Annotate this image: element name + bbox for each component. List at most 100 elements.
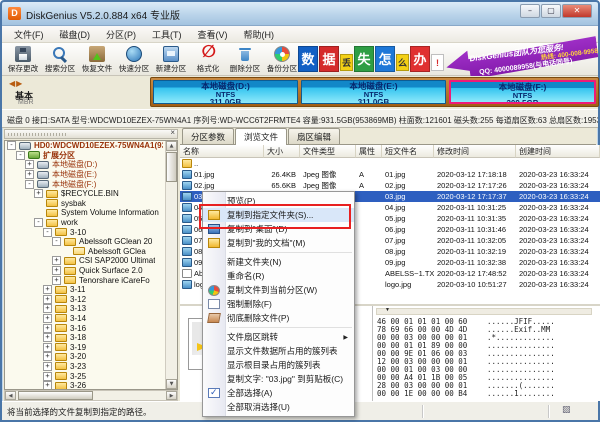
toolbar-button[interactable]: 搜索分区 bbox=[41, 44, 78, 74]
tree-expander[interactable]: - bbox=[16, 150, 25, 160]
toolbar-button[interactable]: 新建分区 bbox=[152, 44, 189, 74]
context-menu-item[interactable]: 重命名(R) bbox=[203, 269, 354, 283]
maximize-button[interactable]: ▢ bbox=[541, 4, 561, 18]
tree-item[interactable]: sysbak bbox=[5, 199, 163, 209]
tree-item[interactable]: + 3-25 bbox=[5, 371, 163, 381]
tab[interactable]: 扇区编辑 bbox=[288, 128, 341, 144]
column-header[interactable]: 文件类型 bbox=[300, 145, 356, 158]
context-menu-item[interactable]: 全部取消选择(U) bbox=[203, 400, 354, 414]
tree-item[interactable]: + 本地磁盘(E:) bbox=[5, 170, 163, 180]
tree-item[interactable]: + 3-12 bbox=[5, 294, 163, 305]
tree-item[interactable]: + 3-13 bbox=[5, 304, 163, 314]
title-bar[interactable]: D DiskGenius V5.2.0.884 x64 专业版 – ▢ ✕ bbox=[2, 2, 598, 26]
tab[interactable]: 分区参数 bbox=[182, 128, 235, 144]
tree-item[interactable]: + 本地磁盘(D:) bbox=[5, 160, 163, 170]
tree-expander[interactable]: + bbox=[43, 294, 52, 304]
toolbar-button[interactable]: 删除分区 bbox=[226, 44, 263, 74]
tree-item[interactable]: + 3-18 bbox=[5, 333, 163, 343]
context-menu-item[interactable]: 复制文件到当前分区(W) bbox=[203, 283, 354, 297]
context-menu-item[interactable]: 复制到"我的文档"(M) bbox=[203, 236, 354, 250]
tree-scrollbar-thumb[interactable] bbox=[166, 152, 177, 182]
context-menu-item[interactable]: 新建文件夹(N) bbox=[203, 255, 354, 269]
tree-expander[interactable]: + bbox=[52, 256, 61, 266]
scroll-up-icon[interactable]: ▲ bbox=[166, 141, 177, 151]
scroll-left-icon[interactable]: ◀ bbox=[5, 391, 16, 400]
tree-item[interactable]: + CSI SAP2000 Ultimat bbox=[5, 256, 163, 266]
toolbar-button[interactable]: 格式化 bbox=[189, 42, 226, 74]
tree-expander[interactable]: + bbox=[43, 304, 52, 314]
column-header[interactable]: 修改时间 bbox=[434, 145, 516, 158]
tree-expander[interactable]: + bbox=[43, 371, 52, 381]
toolbar-button[interactable]: 备份分区 bbox=[263, 44, 300, 74]
tree-expander[interactable]: - bbox=[7, 141, 16, 151]
context-menu-item[interactable]: 复制文字: "03.jpg" 到剪贴板(C) bbox=[203, 372, 354, 386]
menu-item[interactable]: 文件(F) bbox=[6, 26, 52, 43]
tree-expander[interactable]: + bbox=[43, 381, 52, 389]
context-menu-item[interactable]: 强制删除(F) bbox=[203, 297, 354, 311]
tree-item[interactable]: + Tenorshare iCareFo bbox=[5, 275, 163, 285]
tree-expander[interactable]: + bbox=[52, 275, 61, 285]
menu-item[interactable]: 分区(P) bbox=[98, 26, 144, 43]
context-menu-item[interactable]: 显示文件数据所占用的簇列表 bbox=[203, 344, 354, 358]
context-menu-item[interactable]: 文件扇区跳转 ▶ bbox=[203, 330, 354, 344]
tree-item[interactable]: + 3-26 bbox=[5, 381, 163, 389]
tree-item[interactable]: + Quick Surface 2.0 bbox=[5, 266, 163, 276]
minimize-button[interactable]: – bbox=[520, 4, 540, 18]
partition-block[interactable]: 本地磁盘(D:) NTFS 311.0GB bbox=[153, 80, 298, 104]
file-row[interactable]: 01.jpg 26.4KB Jpeg 图像 A 01.jpg 2020-03-1… bbox=[180, 169, 600, 180]
tree-item[interactable]: - 扩展分区 bbox=[5, 150, 163, 161]
tree-expander[interactable]: + bbox=[43, 333, 52, 343]
tree-expander[interactable]: + bbox=[52, 266, 61, 276]
tree-item[interactable]: - work bbox=[5, 218, 163, 228]
tree-hscrollbar-thumb[interactable] bbox=[18, 391, 93, 400]
context-menu-item[interactable]: 显示根目录占用的簇列表 bbox=[203, 358, 354, 372]
tree-item[interactable]: - 本地磁盘(F:) bbox=[5, 179, 163, 189]
tree-vertical-scrollbar[interactable]: ▲ ▼ bbox=[165, 141, 177, 389]
tab[interactable]: 浏览文件 bbox=[235, 128, 288, 145]
tree-expander[interactable]: + bbox=[43, 352, 52, 362]
tree-item[interactable]: + 3-23 bbox=[5, 361, 163, 372]
tree-expander[interactable]: + bbox=[34, 189, 43, 199]
scroll-right-icon[interactable]: ▶ bbox=[166, 391, 177, 400]
tree-item[interactable]: + $RECYCLE.BIN bbox=[5, 189, 163, 199]
tree-expander[interactable]: + bbox=[43, 342, 52, 352]
column-header[interactable]: 属性 bbox=[356, 145, 382, 158]
menu-item[interactable]: 磁盘(D) bbox=[52, 26, 99, 43]
tree-expander[interactable]: - bbox=[25, 179, 34, 189]
tree-item[interactable]: + 3-11 bbox=[5, 285, 163, 295]
menu-item[interactable]: 工具(T) bbox=[144, 26, 190, 43]
column-header[interactable]: 创建时间 bbox=[516, 145, 600, 158]
menu-item[interactable]: 查看(V) bbox=[190, 26, 236, 43]
tree-panel-close-icon[interactable]: × bbox=[170, 128, 175, 137]
hex-scrollbar[interactable]: ▼ bbox=[376, 307, 592, 315]
resize-grip-icon[interactable]: ▨ bbox=[562, 404, 571, 415]
tree-item[interactable]: Abelssoft GClea bbox=[5, 247, 163, 257]
partition-block[interactable]: 本地磁盘(E:) NTFS 311.0GB bbox=[301, 80, 446, 104]
tree-item[interactable]: System Volume Information bbox=[5, 208, 163, 218]
menu-item[interactable]: 帮助(H) bbox=[236, 26, 283, 43]
partition-block[interactable]: 本地磁盘(F:) NTFS 309.5GB bbox=[449, 80, 596, 104]
tree-expander[interactable]: + bbox=[43, 313, 52, 323]
toolbar-button[interactable]: 快速分区 bbox=[115, 44, 152, 74]
tree-expander[interactable]: - bbox=[34, 218, 43, 228]
tree-expander[interactable]: + bbox=[43, 285, 52, 295]
file-row[interactable]: .. bbox=[180, 158, 600, 169]
tree-item[interactable]: + 3-14 bbox=[5, 313, 163, 324]
scroll-down-icon[interactable]: ▼ bbox=[166, 379, 177, 389]
tree-expander[interactable]: + bbox=[43, 323, 52, 333]
partition-nav-arrows[interactable]: ◀▶ bbox=[9, 79, 23, 88]
ad-banner-tiles[interactable]: 数 据 丢 失 怎 么 办 ! bbox=[298, 46, 445, 72]
tree-item[interactable]: + 3-16 bbox=[5, 323, 163, 333]
tree-expander[interactable]: + bbox=[25, 160, 34, 170]
tree-panel-grip[interactable]: × bbox=[4, 128, 178, 139]
tree-item[interactable]: - HD0:WDCWD10EZEX-75WN4A1(932GB) bbox=[5, 141, 163, 151]
tree-item[interactable]: + 3-19 bbox=[5, 342, 163, 352]
close-button[interactable]: ✕ bbox=[562, 4, 592, 18]
tree-item[interactable]: + 3-20 bbox=[5, 352, 163, 362]
toolbar-button[interactable]: 保存更改 bbox=[4, 44, 41, 74]
context-menu-item[interactable]: 彻底删除文件(P) bbox=[203, 311, 354, 325]
tree-expander[interactable]: - bbox=[43, 227, 52, 237]
tree-expander[interactable]: + bbox=[43, 361, 52, 371]
context-menu-item[interactable]: 全部选择(A) bbox=[203, 386, 354, 400]
tree-item[interactable]: - 3-10 bbox=[5, 227, 163, 237]
